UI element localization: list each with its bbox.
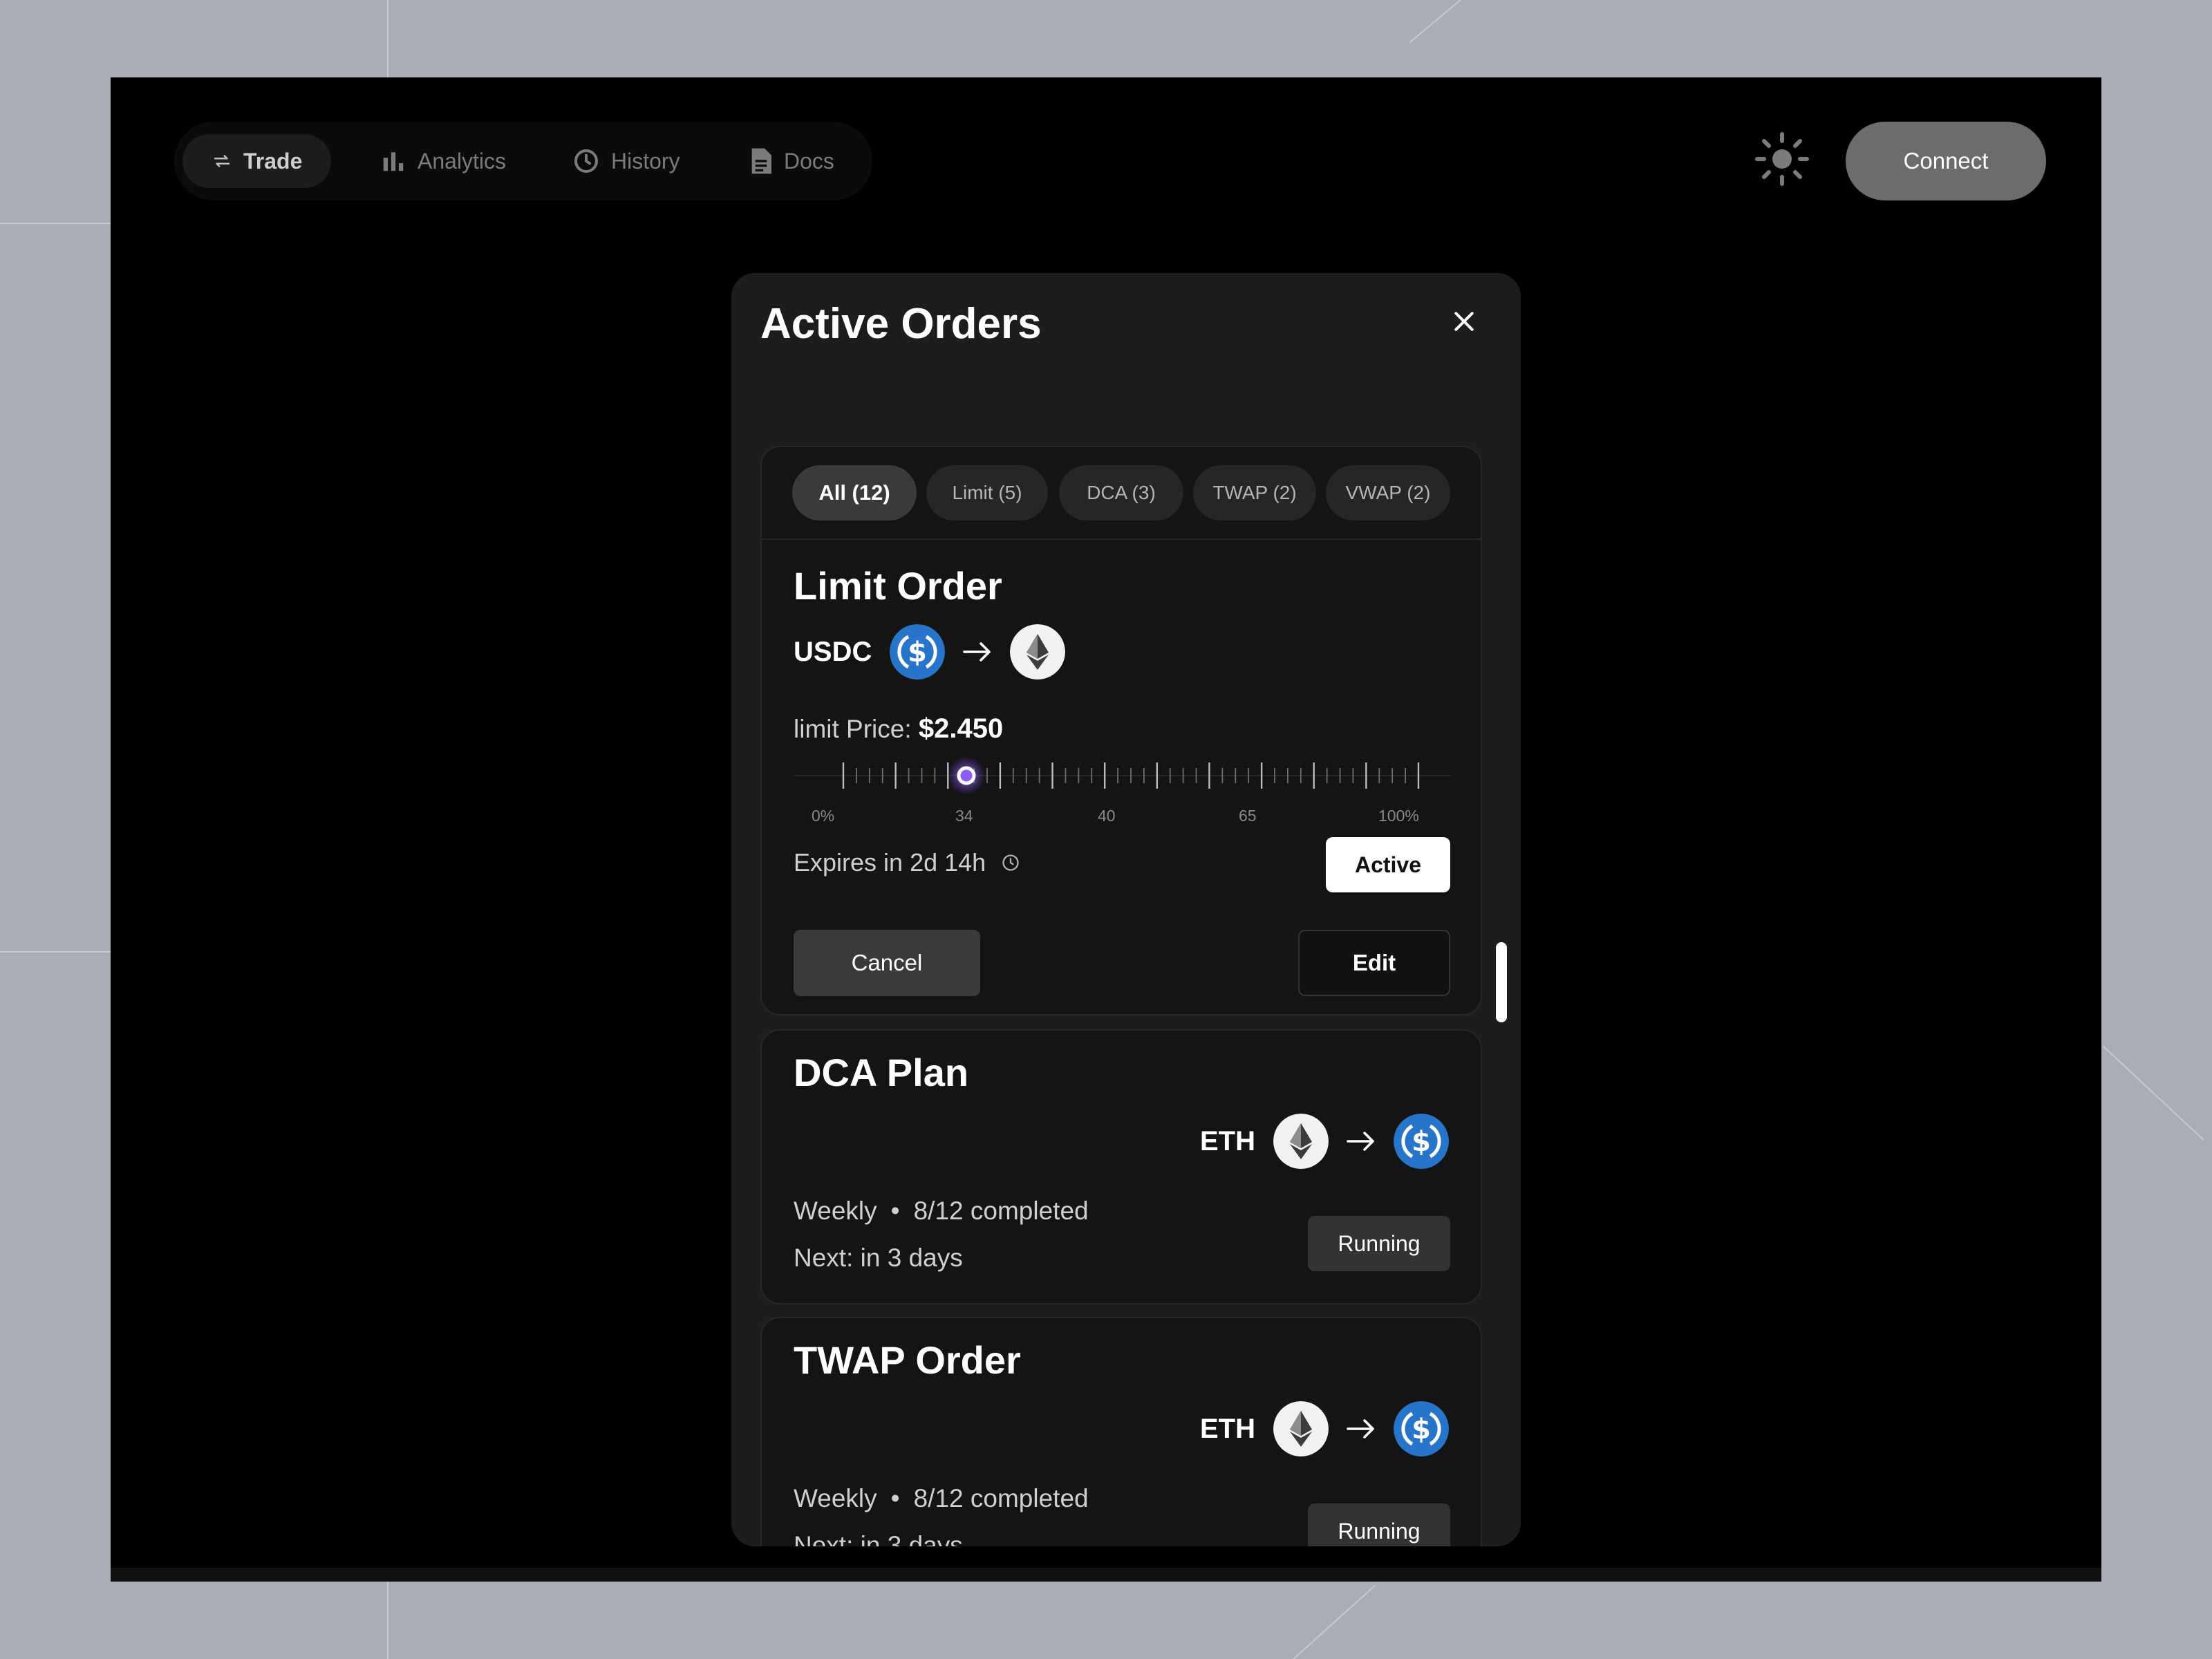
svg-text:$: $: [1412, 1126, 1431, 1158]
nav-item-label: Trade: [243, 148, 303, 174]
expires-text: Expires in 2d 14h: [794, 848, 986, 877]
status-badge: Active: [1326, 837, 1450, 892]
app-window: Trade Analytics History Docs Connect Act…: [111, 77, 2101, 1582]
tab-vwap[interactable]: VWAP (2): [1326, 465, 1450, 521]
nav-item-history[interactable]: History: [543, 134, 709, 188]
tab-dca[interactable]: DCA (3): [1059, 465, 1183, 521]
from-token-symbol: ETH: [1200, 1125, 1255, 1156]
frequency-text: Weekly: [794, 1197, 877, 1225]
clock-icon: [1002, 854, 1019, 871]
tab-all[interactable]: All (12): [792, 465, 917, 521]
bg-line: [1292, 1585, 1376, 1659]
edit-button[interactable]: Edit: [1298, 930, 1450, 996]
next-run-text: Next: in 3 days: [794, 1531, 963, 1546]
next-run-text: Next: in 3 days: [794, 1244, 963, 1272]
slider-thumb[interactable]: [957, 766, 976, 785]
order-title: DCA Plan: [794, 1051, 969, 1094]
limit-price-value: $2.450: [918, 713, 1004, 744]
main-nav: Trade Analytics History Docs: [174, 122, 872, 200]
order-card-dca: DCA Plan ETH $ Weekly • 8/12 completed N…: [760, 1029, 1482, 1304]
nav-item-analytics[interactable]: Analytics: [351, 134, 535, 188]
tab-twap[interactable]: TWAP (2): [1193, 465, 1316, 521]
eth-icon: [1273, 1114, 1329, 1169]
bg-line: [387, 0, 388, 77]
tab-limit[interactable]: Limit (5): [926, 465, 1048, 521]
close-icon[interactable]: [1450, 308, 1478, 335]
usdc-icon: $: [1394, 1401, 1449, 1456]
usdc-icon: $: [890, 624, 946, 679]
limit-price-label: limit Price:: [794, 715, 912, 743]
nav-item-docs[interactable]: Docs: [720, 134, 863, 188]
arrow-right-icon: [1347, 1419, 1374, 1438]
limit-price: limit Price: $2.450: [794, 713, 1003, 744]
progress-text: 8/12 completed: [913, 1197, 1089, 1225]
order-title: TWAP Order: [794, 1338, 1021, 1382]
eth-icon: [1010, 624, 1066, 679]
scrollbar-thumb[interactable]: [1496, 942, 1507, 1022]
sun-icon[interactable]: [1754, 131, 1810, 187]
arrow-right-icon: [963, 642, 991, 662]
nav-item-label: Analytics: [418, 148, 507, 174]
slider-label: 40: [1098, 807, 1116, 825]
cancel-button[interactable]: Cancel: [794, 930, 980, 996]
order-title: Limit Order: [794, 564, 1002, 608]
order-schedule: Weekly • 8/12 completed: [794, 1484, 1089, 1513]
bg-line: [2102, 1045, 2204, 1141]
separator-dot: •: [890, 1197, 900, 1225]
eth-icon: [1273, 1401, 1329, 1456]
from-token-symbol: ETH: [1200, 1413, 1255, 1444]
status-badge: Running: [1308, 1216, 1450, 1271]
svg-text:$: $: [908, 637, 927, 668]
price-slider[interactable]: [794, 751, 1450, 800]
bg-line: [387, 1582, 388, 1659]
connect-button[interactable]: Connect: [1846, 122, 2046, 200]
token-pair: ETH $: [1200, 1114, 1449, 1169]
usdc-icon: $: [1394, 1114, 1449, 1169]
separator-dot: •: [890, 1484, 900, 1512]
bg-line: [0, 951, 111, 953]
status-badge: Running: [1308, 1503, 1450, 1546]
from-token-symbol: USDC: [794, 636, 872, 667]
token-pair: ETH $: [1200, 1401, 1449, 1456]
order-card-limit: All (12) Limit (5) DCA (3) TWAP (2) VWAP…: [760, 446, 1482, 1015]
slider-label: 65: [1239, 807, 1257, 825]
progress-text: 8/12 completed: [913, 1484, 1089, 1512]
token-pair: USDC $: [794, 624, 1066, 679]
slider-label: 100%: [1378, 807, 1419, 825]
frequency-text: Weekly: [794, 1484, 877, 1512]
nav-item-trade[interactable]: Trade: [182, 134, 332, 188]
arrow-right-icon: [1347, 1132, 1374, 1151]
nav-item-label: History: [611, 148, 680, 174]
bar-chart-icon: [383, 152, 404, 171]
bg-line: [0, 223, 111, 224]
frame-bottom-bar: [111, 1568, 2101, 1582]
modal-title: Active Orders: [760, 300, 1042, 348]
document-icon: [751, 148, 771, 174]
swap-icon: [214, 155, 230, 167]
bg-line: [1409, 0, 1485, 43]
active-orders-modal: Active Orders All (12) Limit (5) DCA (3)…: [731, 273, 1521, 1546]
order-card-twap: TWAP Order ETH $ Weekly • 8/12 completed…: [760, 1317, 1482, 1546]
expiry-info: Expires in 2d 14h: [794, 848, 1020, 877]
filter-tabs: All (12) Limit (5) DCA (3) TWAP (2) VWAP…: [762, 447, 1481, 540]
nav-item-label: Docs: [784, 148, 834, 174]
svg-text:$: $: [1412, 1414, 1431, 1445]
slider-label: 34: [955, 807, 973, 825]
slider-label: 0%: [812, 807, 835, 825]
order-schedule: Weekly • 8/12 completed: [794, 1197, 1089, 1226]
clock-history-icon: [574, 149, 598, 173]
